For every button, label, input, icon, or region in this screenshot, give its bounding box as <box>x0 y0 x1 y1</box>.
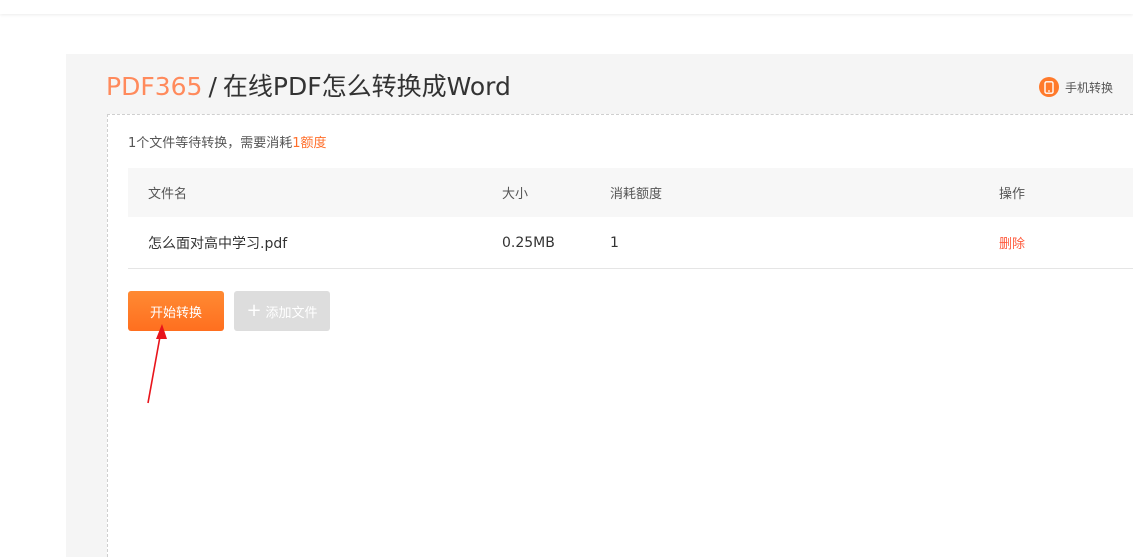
add-file-label: 添加文件 <box>265 305 318 321</box>
mobile-convert-link[interactable]: 手机转换 <box>1038 77 1113 97</box>
file-name: 怎么面对高中学习.pdf <box>148 235 288 252</box>
phone-icon <box>1038 77 1059 97</box>
upload-card: 1个文件等待转换，需要消耗1额度 文件名 大小 消耗额度 操作 怎么面对高中学习… <box>107 114 1133 557</box>
table-header: 文件名 大小 消耗额度 操作 <box>128 168 1133 217</box>
file-cost: 1 <box>610 234 619 251</box>
page-title: PDF365/在线PDF怎么转换成Word <box>106 70 511 104</box>
main-panel: PDF365/在线PDF怎么转换成Word 手机转换 1个文件等待转换，需要消耗… <box>66 54 1133 557</box>
column-header-action: 操作 <box>999 187 1026 202</box>
summary-amount: 1额度 <box>292 136 327 151</box>
column-header-name: 文件名 <box>148 187 188 202</box>
title-text: 在线PDF怎么转换成Word <box>222 72 511 101</box>
add-file-button[interactable]: + 添加文件 <box>234 291 330 331</box>
file-table: 文件名 大小 消耗额度 操作 怎么面对高中学习.pdf 0.25MB 1 删除 <box>128 168 1133 269</box>
file-size: 0.25MB <box>502 234 555 251</box>
top-bar <box>0 0 1133 14</box>
delete-link[interactable]: 删除 <box>999 217 1025 268</box>
pending-summary: 1个文件等待转换，需要消耗1额度 <box>128 132 327 151</box>
mobile-convert-label: 手机转换 <box>1064 80 1113 95</box>
annotation-arrow <box>147 324 167 404</box>
plus-icon: + <box>246 300 262 321</box>
table-row: 怎么面对高中学习.pdf 0.25MB 1 删除 <box>128 217 1133 269</box>
column-header-cost: 消耗额度 <box>610 187 663 202</box>
column-header-size: 大小 <box>502 187 529 202</box>
title-separator: / <box>208 72 217 101</box>
summary-text: 1个文件等待转换，需要消耗 <box>128 136 293 151</box>
brand-name[interactable]: PDF365 <box>106 72 202 101</box>
